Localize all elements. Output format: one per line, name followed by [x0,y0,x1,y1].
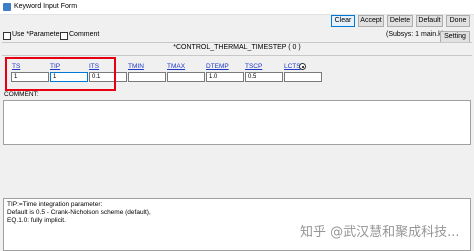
field-input-tmax[interactable] [167,72,205,82]
field-label-tmin[interactable]: TMIN [128,63,144,70]
highlight-box [5,57,116,91]
keyword-title: *CONTROL_THERMAL_TIMESTEP ( 0 ) [173,44,301,51]
field-label-dtemp[interactable]: DTEMP [206,63,229,70]
field-input-dtemp[interactable]: 1.0 [206,72,244,82]
separator [2,42,472,43]
comment-option-label: Comment [69,31,100,38]
use-parameter-option[interactable]: Use *Parameter [3,31,63,41]
watermark: 知乎 @武汉慧和聚成科技... [300,225,460,240]
lcts-radio-button[interactable] [299,63,306,70]
title-bar: Keyword Input Form [0,0,474,15]
comment-label: COMMENT: [4,91,39,98]
default-button[interactable]: Default [416,15,443,27]
field-label-tmax[interactable]: TMAX [167,63,185,70]
clear-button[interactable]: Clear [331,15,355,27]
tip-line: TIP:=Time integration parameter: [7,201,103,208]
window-title: Keyword Input Form [14,3,78,10]
comment-textarea[interactable] [3,100,471,145]
done-button[interactable]: Done [446,15,470,27]
comment-checkbox[interactable] [60,32,68,40]
separator [2,55,472,56]
app-icon [3,3,11,11]
use-parameter-label: Use *Parameter [12,31,62,38]
subsys-label: (Subsys: 1 main.k) [386,31,444,38]
field-input-tscp[interactable]: 0.5 [245,72,283,82]
accept-button[interactable]: Accept [358,15,384,27]
comment-option[interactable]: Comment [60,31,105,41]
field-label-tscp[interactable]: TSCP [245,63,262,70]
delete-button[interactable]: Delete [387,15,413,27]
field-input-lcts[interactable] [284,72,322,82]
use-parameter-checkbox[interactable] [3,32,11,40]
tip-line: Default is 0.5 - Crank-Nicholson scheme … [7,209,151,216]
field-input-tmin[interactable] [128,72,166,82]
